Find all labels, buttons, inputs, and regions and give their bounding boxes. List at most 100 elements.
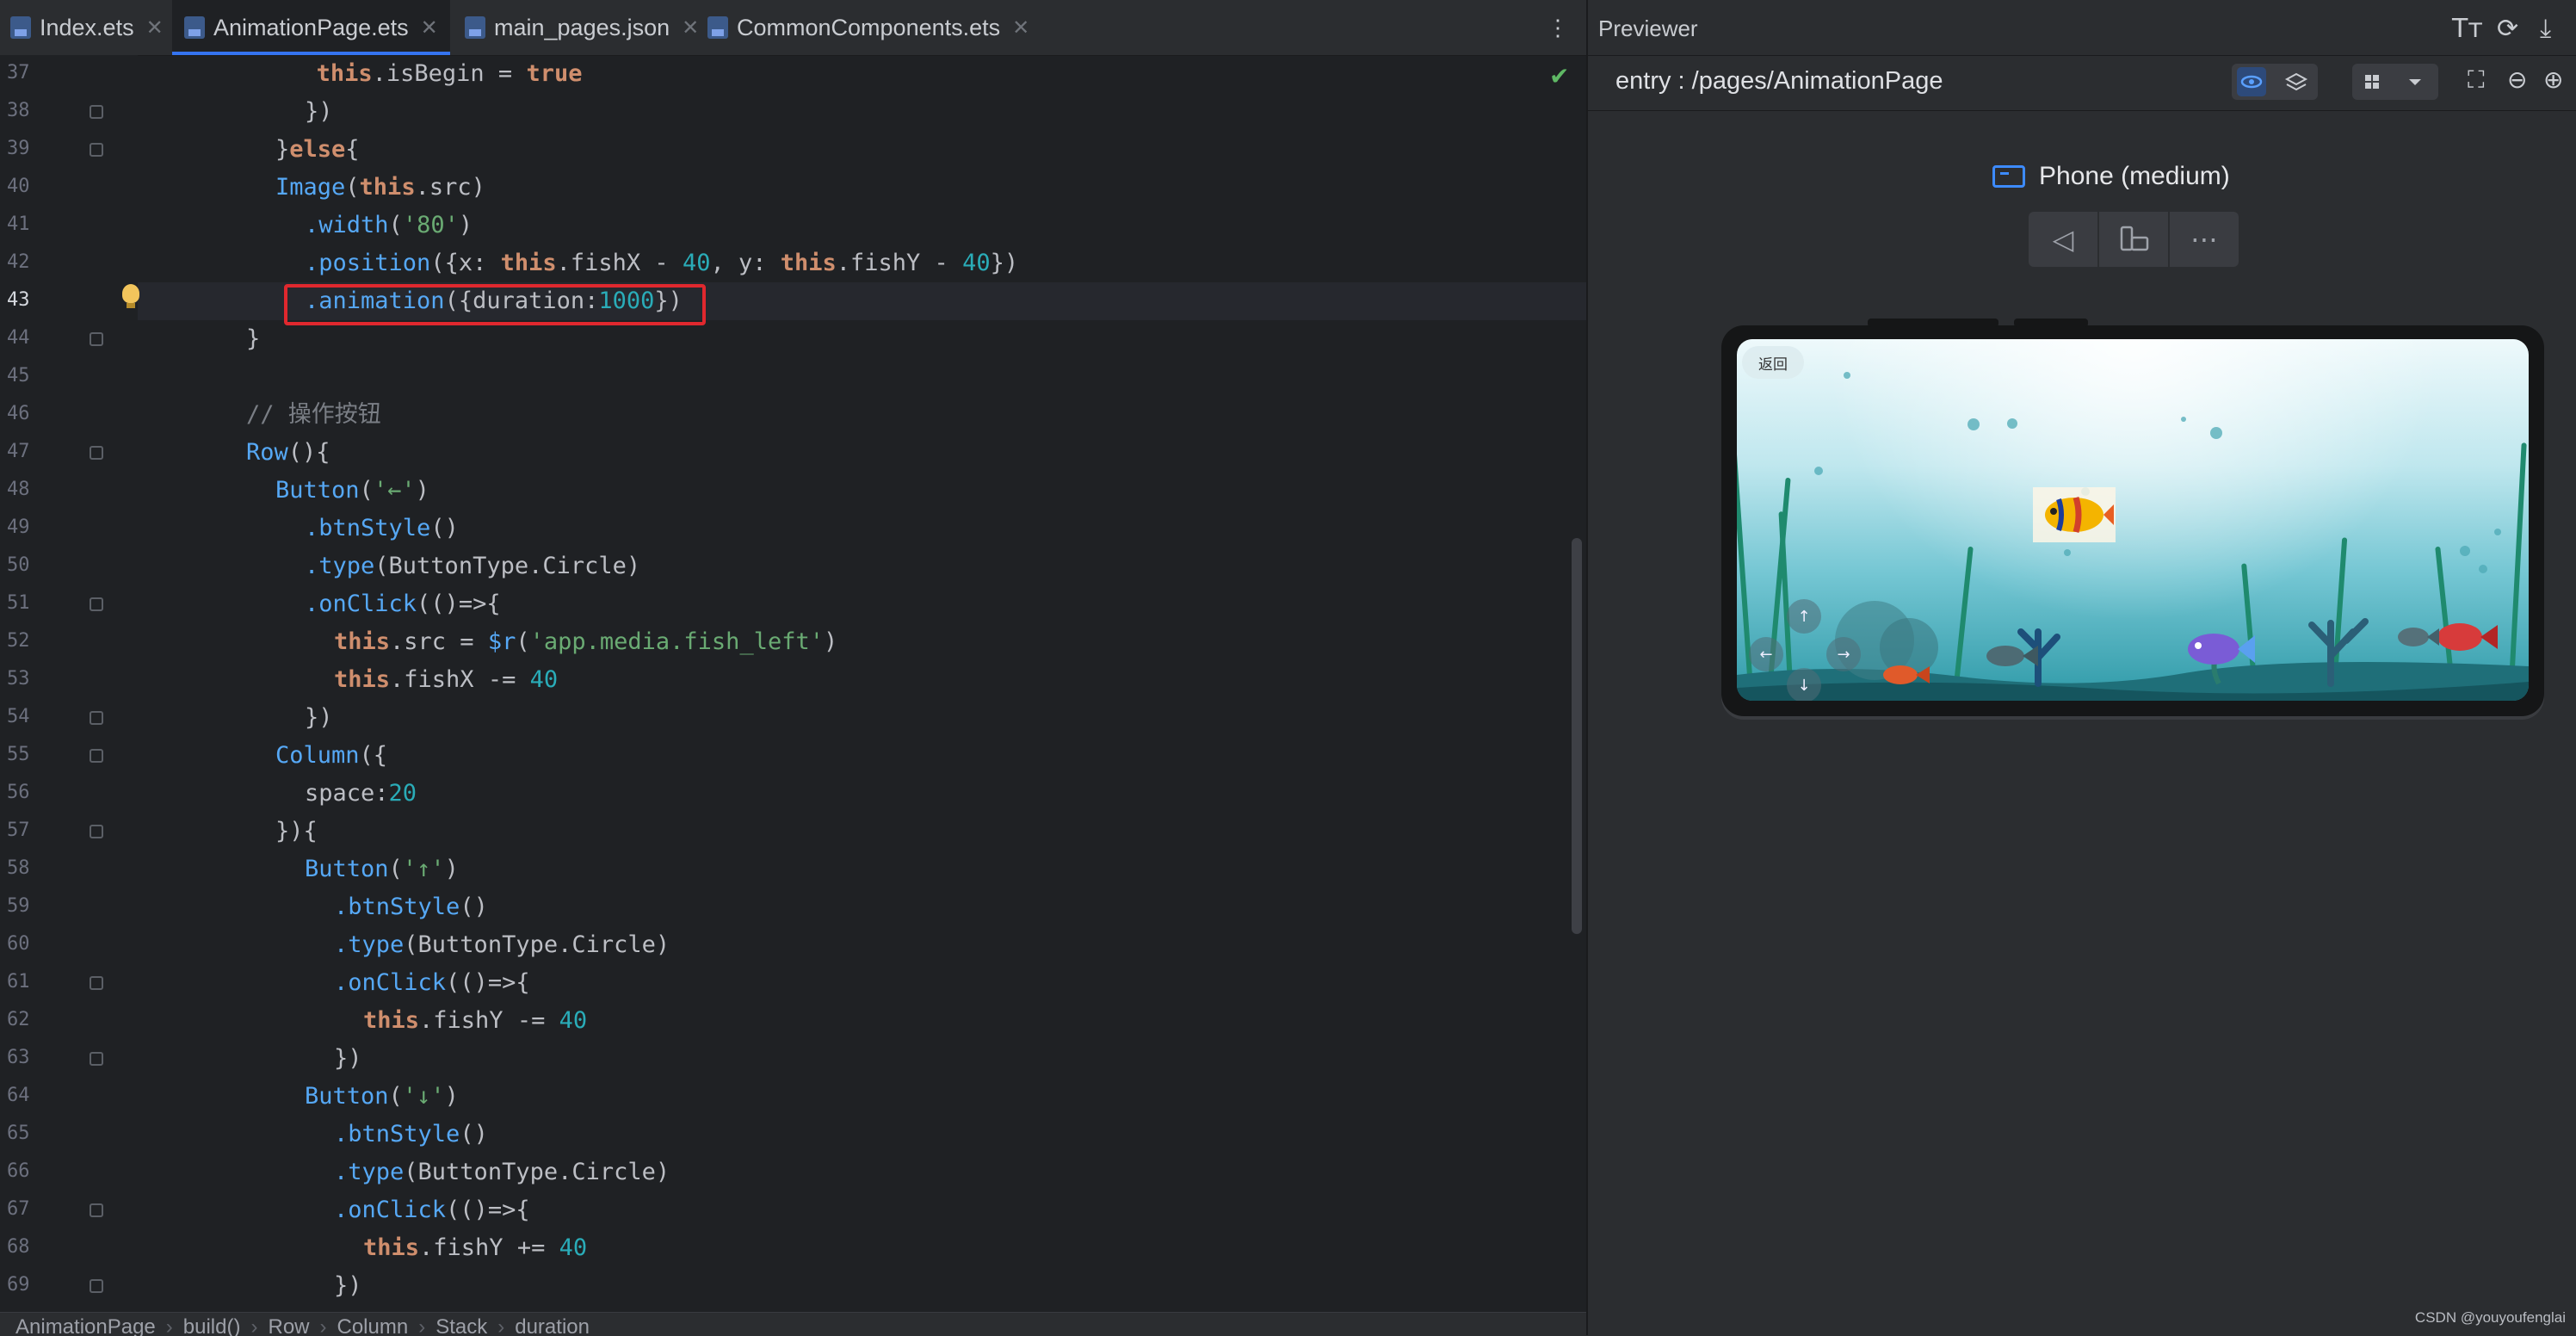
app-right-button[interactable]: →: [1826, 637, 1861, 671]
back-triangle-icon[interactable]: ◁: [2029, 212, 2099, 267]
fold-marker-icon[interactable]: [90, 446, 103, 460]
line-number: 65: [7, 1123, 30, 1144]
previewer-title: Previewer: [1598, 15, 1698, 41]
code-editor[interactable]: Index.ets ✕ AnimationPage.ets ✕ main_pag…: [0, 0, 1602, 1336]
code-token: '80': [402, 212, 459, 238]
editor-tab-bar: Index.ets ✕ AnimationPage.ets ✕ main_pag…: [0, 0, 1586, 56]
app-left-button[interactable]: ←: [1749, 637, 1783, 671]
app-screen[interactable]: 返回 ↑ ← → ↓: [1737, 339, 2529, 701]
refresh-icon[interactable]: ⟳: [2497, 14, 2518, 44]
pin-icon[interactable]: ⤓: [2540, 14, 2551, 44]
code-token: ): [444, 856, 459, 882]
code-token: (()=>{: [446, 1197, 530, 1223]
device-name: Phone (medium): [2039, 162, 2230, 190]
code-token: 40: [559, 1234, 588, 1261]
more-vertical-icon[interactable]: ⋮: [1547, 15, 1569, 41]
breadcrumb-item[interactable]: AnimationPage: [15, 1315, 156, 1336]
code-token: (ButtonType.Circle): [374, 553, 641, 579]
zoom-out-icon[interactable]: ⊖: [2507, 65, 2527, 94]
close-tab-icon[interactable]: ✕: [1012, 15, 1029, 40]
rotate-device-icon[interactable]: [2099, 212, 2170, 267]
fold-marker-icon[interactable]: [90, 332, 103, 346]
breadcrumb-item[interactable]: build(): [183, 1315, 241, 1336]
fold-marker-icon[interactable]: [90, 825, 103, 838]
watermark: CSDN @youyoufenglai: [2414, 1309, 2566, 1326]
fold-marker-icon[interactable]: [90, 1279, 103, 1293]
code-token: Row: [246, 439, 288, 466]
app-down-button[interactable]: ↓: [1787, 668, 1821, 701]
close-tab-icon[interactable]: ✕: [146, 15, 164, 40]
layers-icon[interactable]: [2282, 67, 2311, 96]
bubble: [1968, 418, 1980, 430]
code-token: (ButtonType.Circle): [404, 931, 670, 958]
code-line: .onClick(()=>{: [305, 585, 501, 623]
zoom-in-icon[interactable]: ⊕: [2543, 65, 2563, 94]
line-number: 55: [7, 744, 30, 765]
fold-marker-icon[interactable]: [90, 749, 103, 763]
code-line: .position({x: this.fishX - 40, y: this.f…: [305, 244, 1018, 282]
code-token: 40: [682, 250, 711, 276]
fold-marker-icon[interactable]: [90, 143, 103, 157]
eye-icon[interactable]: [2237, 67, 2266, 96]
code-line: Button('↓'): [305, 1078, 459, 1116]
breadcrumb-separator-icon: ›: [418, 1315, 426, 1336]
fold-marker-icon[interactable]: [90, 1052, 103, 1066]
code-token: }): [305, 98, 333, 125]
lightbulb-icon[interactable]: [122, 284, 139, 308]
line-number: 68: [7, 1236, 30, 1258]
code-token: .btnStyle: [334, 1121, 460, 1147]
font-size-icon[interactable]: Tт: [2452, 14, 2483, 44]
code-token: (()=>{: [417, 591, 501, 617]
code-token: .width: [305, 212, 389, 238]
code-token: this: [363, 1007, 420, 1034]
code-token: .src =: [390, 628, 488, 655]
tab-commoncomponents-ets[interactable]: CommonComponents.ets ✕: [707, 0, 1029, 55]
line-number: 56: [7, 782, 30, 803]
code-token: $r: [487, 628, 516, 655]
bubble: [2064, 549, 2071, 556]
tab-animationpage-ets[interactable]: AnimationPage.ets ✕: [172, 0, 450, 55]
code-token: .fishY -=: [419, 1007, 559, 1034]
code-token: ({: [359, 742, 388, 769]
code-token: (){: [287, 439, 330, 466]
app-up-button[interactable]: ↑: [1787, 599, 1821, 634]
fold-marker-icon[interactable]: [90, 597, 103, 611]
code-token: }): [305, 704, 333, 731]
code-token: .type: [334, 1159, 405, 1185]
code-line: space:20: [305, 775, 417, 813]
code-line: Row(){: [246, 434, 330, 472]
code-token: ): [415, 477, 429, 504]
close-tab-icon[interactable]: ✕: [421, 15, 438, 40]
view-mode-toggle: [2232, 64, 2318, 100]
breadcrumb-item[interactable]: Row: [268, 1315, 309, 1336]
code-area[interactable]: this.isBegin = true})}else{Image(this.sr…: [138, 55, 1586, 1312]
breadcrumb-item[interactable]: duration: [515, 1315, 590, 1336]
breadcrumb-separator-icon: ›: [250, 1315, 258, 1336]
breadcrumb-item[interactable]: Stack: [436, 1315, 487, 1336]
previewer-panel: Previewer Tт ⟳ ⤓ entry : /pages/Animatio…: [1586, 0, 2576, 1335]
crop-icon[interactable]: ⛶: [2468, 65, 2485, 95]
back-button[interactable]: 返回: [1742, 346, 1804, 379]
purple-fish-image: [2188, 634, 2255, 665]
tab-index-ets[interactable]: Index.ets ✕: [10, 0, 164, 55]
fold-marker-icon[interactable]: [90, 976, 103, 990]
editor-scrollbar[interactable]: [1572, 538, 1582, 934]
tab-main-pages-json[interactable]: main_pages.json ✕: [465, 0, 699, 55]
code-line: Button('←'): [275, 472, 429, 510]
phone-frame: 返回 ↑ ← → ↓: [1721, 319, 2544, 716]
fold-marker-icon[interactable]: [90, 1203, 103, 1217]
line-number: 60: [7, 933, 30, 955]
fold-marker-icon[interactable]: [90, 711, 103, 725]
device-selector[interactable]: Phone (medium): [1992, 162, 2230, 191]
code-token: '←': [373, 477, 416, 504]
line-number: 52: [7, 630, 30, 652]
fold-marker-icon[interactable]: [90, 105, 103, 119]
close-tab-icon[interactable]: ✕: [682, 15, 699, 40]
code-line: .width('80'): [305, 207, 473, 244]
grid-icon[interactable]: [2357, 67, 2387, 96]
code-token: ): [458, 212, 473, 238]
code-token: }): [334, 1272, 362, 1299]
breadcrumb-item[interactable]: Column: [337, 1315, 409, 1336]
chevron-down-icon[interactable]: [2400, 67, 2430, 96]
more-horizontal-icon[interactable]: ⋯: [2170, 212, 2239, 267]
